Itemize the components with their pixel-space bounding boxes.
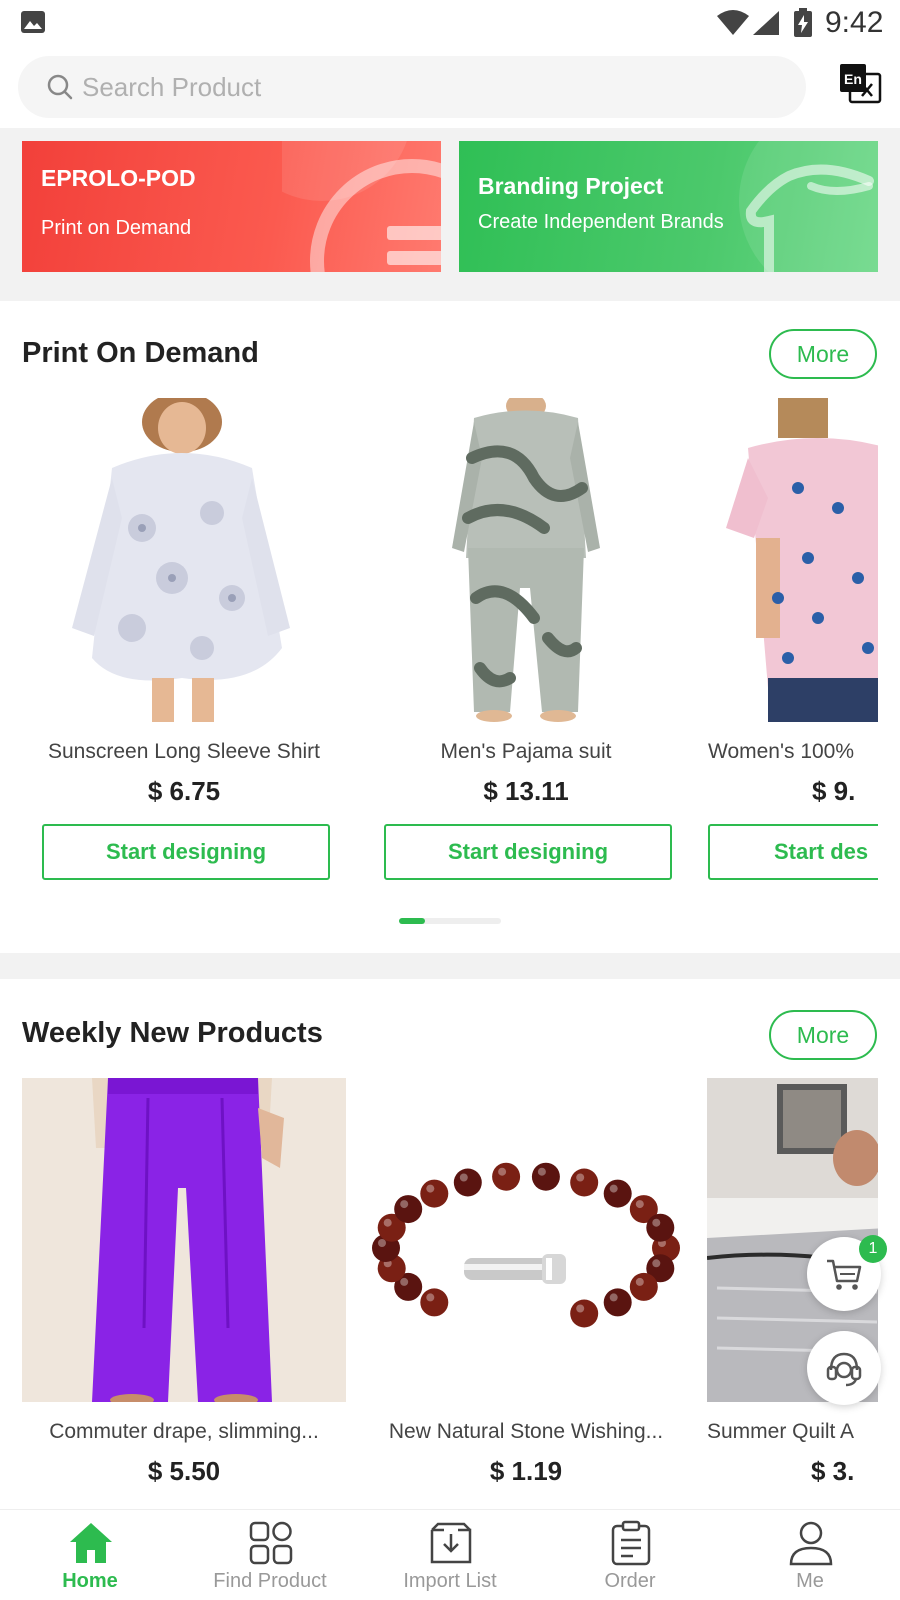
product-name: Women's 100% [708,740,855,763]
banner-pod-title: EPROLO-POD [41,165,196,191]
product-price: $ 9. [812,776,856,806]
person-icon [789,1521,833,1566]
banner-branding-project[interactable]: Branding Project Create Independent Bran… [459,141,878,272]
banner-pod-subtitle: Print on Demand [41,217,192,239]
banner-brand-subtitle: Create Independent Brands [478,211,724,233]
search-icon [47,74,73,100]
nav-label: Me [796,1570,824,1592]
translate-button[interactable]: En [838,62,882,106]
product-name: Commuter drape, slimming... [49,1420,319,1443]
grid-icon [249,1521,293,1565]
bottom-navigation: Home Find Product Import List Order Me [0,1509,900,1600]
status-time: 9:42 [825,6,884,39]
product-price: $ 3. [811,1456,855,1486]
product-name: Summer Quilt A [707,1420,855,1443]
start-designing-button[interactable]: Start designing [42,824,330,880]
nav-me[interactable]: Me [720,1510,900,1600]
search-bar[interactable] [18,56,806,118]
section-title-pod: Print On Demand [22,337,259,369]
home-screen: 9:42 En EPROLO-POD Print on Demand [0,0,900,1600]
nav-import-list[interactable]: Import List [360,1510,540,1600]
gallery-icon [21,11,45,33]
product-name: Sunscreen Long Sleeve Shirt [47,740,320,763]
carousel-pager [399,918,501,924]
search-input[interactable] [82,56,782,118]
product-image [22,1078,346,1402]
wifi-icon [717,10,749,35]
cart-count-badge: 1 [859,1235,887,1263]
home-icon [70,1523,112,1563]
support-headset-icon [826,1352,862,1387]
nav-order[interactable]: Order [540,1510,720,1600]
weekly-product-carousel[interactable]: Commuter drape, slimming... $ 5.50 New N… [22,1078,878,1488]
product-price: $ 6.75 [147,776,221,806]
translate-icon: En [840,64,882,104]
start-designing-button[interactable]: Start des [708,824,878,880]
product-price: $ 1.19 [489,1456,563,1486]
pager-active-indicator [399,918,425,924]
nav-home[interactable]: Home [0,1510,180,1600]
product-name: New Natural Stone Wishing... [388,1420,664,1443]
clipboard-icon [611,1520,651,1566]
cart-icon [827,1259,862,1290]
product-image [22,398,346,722]
product-name: Men's Pajama suit [440,740,612,763]
product-price: $ 13.11 [483,776,569,806]
start-designing-button[interactable]: Start designing [384,824,672,880]
product-image [364,398,688,722]
pod-product-card[interactable]: Women's 100% $ 9. Start des [708,398,878,888]
weekly-product-card[interactable]: New Natural Stone Wishing... $ 1.19 [364,1078,688,1488]
pod-product-carousel[interactable]: Sunscreen Long Sleeve Shirt $ 6.75 Start… [22,398,878,888]
nav-label: Home [62,1570,118,1592]
battery-charging-icon [794,8,812,37]
section-title-weekly: Weekly New Products [22,1017,323,1049]
nav-find-product[interactable]: Find Product [180,1510,360,1600]
nav-label: Order [604,1570,656,1592]
signal-icon [753,11,779,35]
status-bar: 9:42 [0,0,900,46]
section-divider [0,953,900,979]
weekly-product-card[interactable]: Commuter drape, slimming... $ 5.50 [22,1078,346,1488]
product-image [364,1078,688,1402]
translate-label: En [844,71,862,87]
import-icon [430,1522,472,1564]
product-price: $ 5.50 [147,1456,221,1486]
pod-product-card[interactable]: Sunscreen Long Sleeve Shirt $ 6.75 Start… [22,398,346,888]
banner-brand-title: Branding Project [478,173,664,199]
support-button[interactable] [807,1331,881,1405]
pod-logo-icon [282,141,441,272]
banner-eprolo-pod[interactable]: EPROLO-POD Print on Demand [22,141,441,272]
nav-label: Import List [403,1570,497,1592]
product-image [708,398,878,722]
weekly-more-button[interactable]: More [769,1010,877,1060]
nav-label: Find Product [213,1570,327,1592]
pod-more-button[interactable]: More [769,329,877,379]
tshirt-icon [739,141,878,272]
pod-product-card[interactable]: Men's Pajama suit $ 13.11 Start designin… [364,398,688,888]
